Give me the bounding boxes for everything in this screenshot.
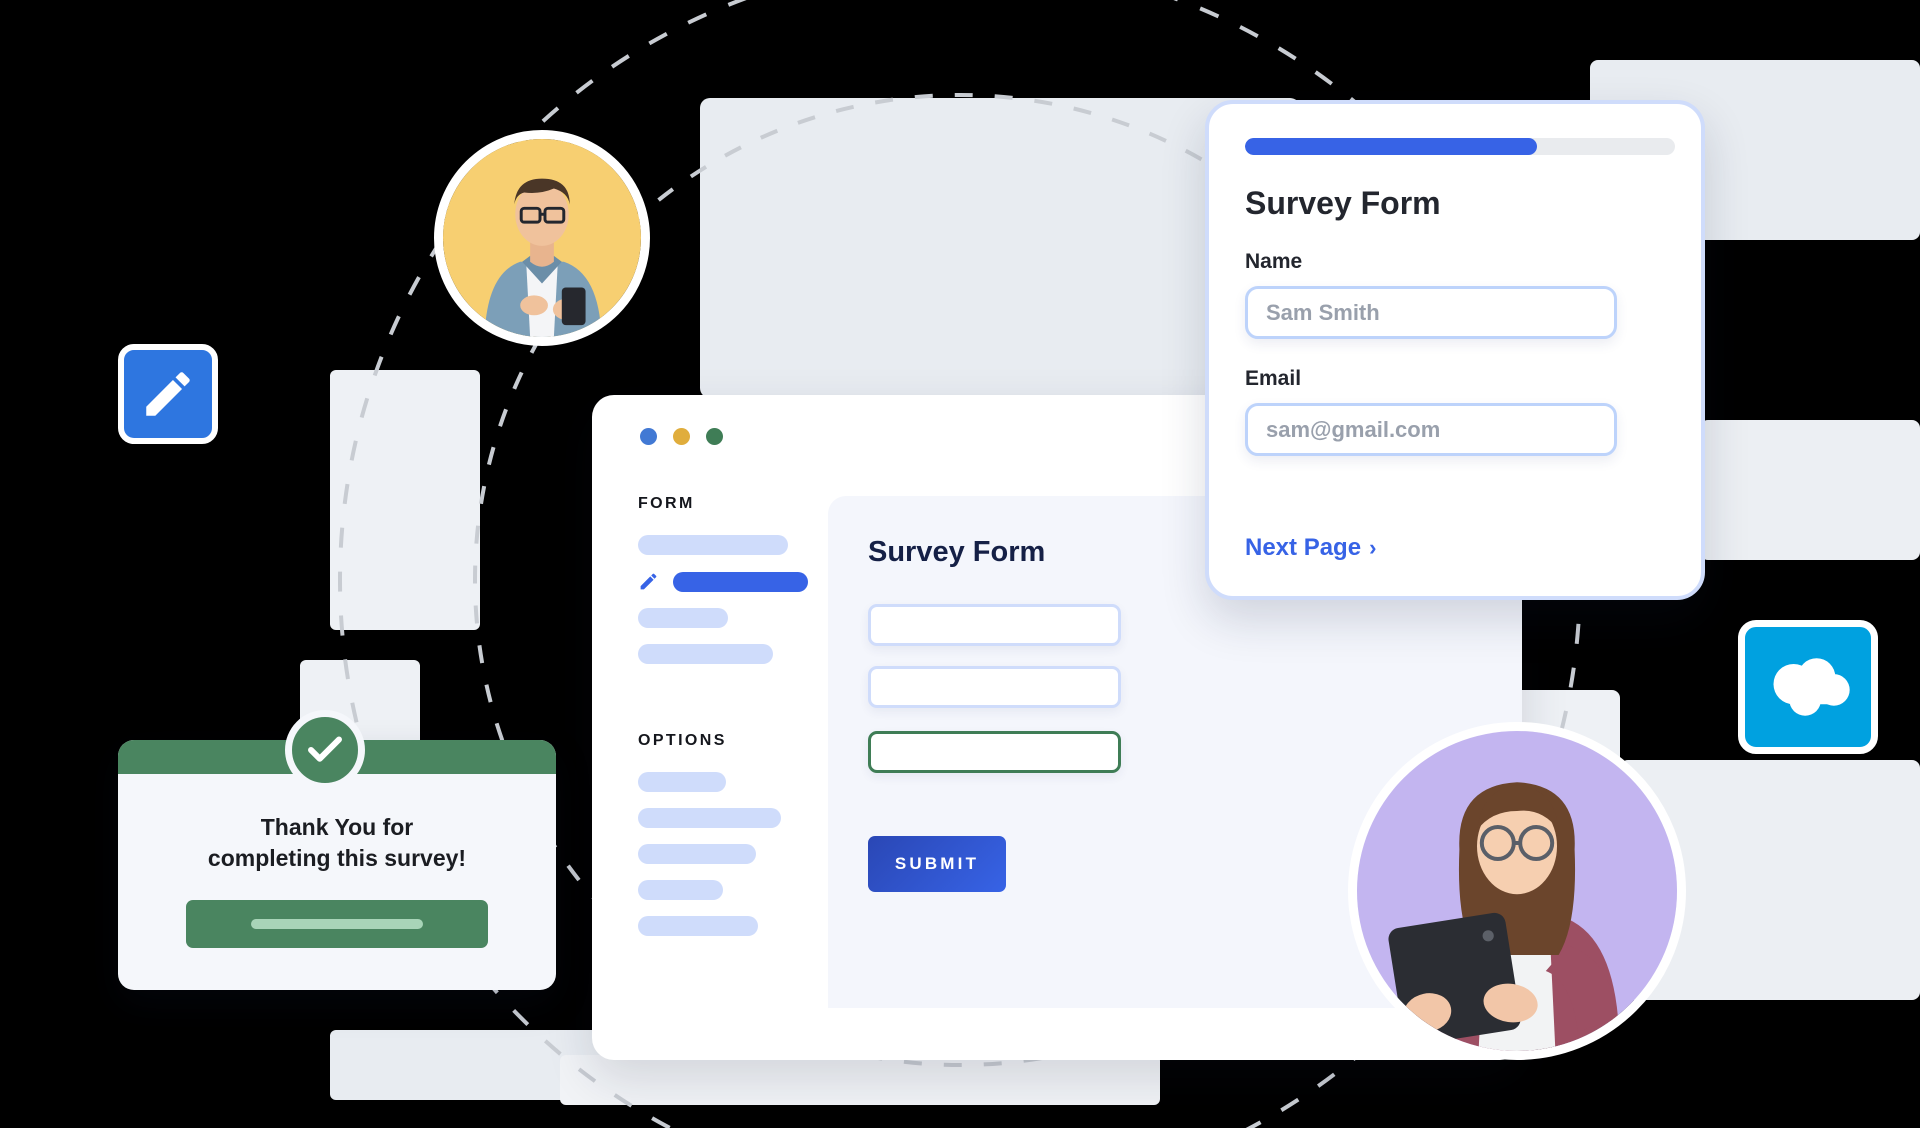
progress-bar-track <box>1245 138 1675 155</box>
sidebar-item-active-bar <box>673 571 808 592</box>
avatar-man-with-phone <box>434 130 650 346</box>
thank-you-line-1: Thank You for <box>260 814 414 840</box>
name-label: Name <box>1245 250 1303 273</box>
next-page-link[interactable]: Next Page › <box>1245 534 1376 562</box>
email-label: Email <box>1245 367 1302 390</box>
cloud-tile[interactable] <box>1738 620 1878 754</box>
sidebar-item-option-4[interactable] <box>638 880 723 900</box>
thank-you-button-placeholder-bar <box>251 919 423 929</box>
form-preview-input-2[interactable] <box>868 666 1121 708</box>
sidebar-section-options: OPTIONS <box>638 732 808 936</box>
sidebar-heading-options: OPTIONS <box>638 732 727 749</box>
man-illustration <box>484 178 602 337</box>
chevron-right-icon: › <box>1369 535 1377 560</box>
progress-bar-fill <box>1245 138 1538 155</box>
survey-form-card: Survey Form Name Sam Smith Email sam@gma… <box>1205 100 1705 600</box>
form-preview-title: Survey Form <box>868 536 1046 568</box>
sidebar-item-form-4[interactable] <box>638 644 773 664</box>
cloud-icon <box>1773 658 1850 716</box>
form-preview-input-1[interactable] <box>868 604 1121 646</box>
sidebar-item-form-3[interactable] <box>638 608 728 628</box>
survey-card-title: Survey Form <box>1245 185 1441 221</box>
sidebar-heading-form: FORM <box>638 495 695 512</box>
success-check-badge <box>285 710 365 790</box>
woman-illustration <box>1388 782 1620 1051</box>
builder-sidebar: FORM OPTIONS <box>638 495 808 952</box>
sidebar-item-form-1[interactable] <box>638 535 788 555</box>
window-controls[interactable] <box>640 428 723 445</box>
sidebar-item-option-1[interactable] <box>638 772 726 792</box>
sidebar-item-option-2[interactable] <box>638 808 781 828</box>
sidebar-section-form: FORM <box>638 495 808 664</box>
email-input[interactable]: sam@gmail.com <box>1245 403 1617 456</box>
sidebar-item-option-3[interactable] <box>638 844 756 864</box>
pencil-icon <box>640 573 657 590</box>
sidebar-item-option-5[interactable] <box>638 916 758 936</box>
thank-you-action-button[interactable] <box>186 900 488 948</box>
avatar-woman-with-tablet <box>1348 722 1686 1060</box>
sidebar-item-form-2[interactable] <box>638 571 808 592</box>
pencil-icon <box>146 372 190 416</box>
next-page-label: Next Page <box>1245 534 1362 561</box>
maximize-dot[interactable] <box>706 428 723 445</box>
close-dot[interactable] <box>640 428 657 445</box>
thank-you-message: Thank You for completing this survey! <box>118 812 556 874</box>
name-input[interactable]: Sam Smith <box>1245 286 1617 339</box>
composition-canvas: FORM OPTIONS Survey Form SUBMIT Survey F… <box>0 0 1920 1128</box>
minimize-dot[interactable] <box>673 428 690 445</box>
check-icon <box>308 736 342 762</box>
pencil-tile[interactable] <box>118 344 218 444</box>
submit-button[interactable]: SUBMIT <box>868 836 1006 892</box>
form-preview-input-3[interactable] <box>868 731 1121 773</box>
thank-you-line-2: completing this survey! <box>207 845 467 872</box>
